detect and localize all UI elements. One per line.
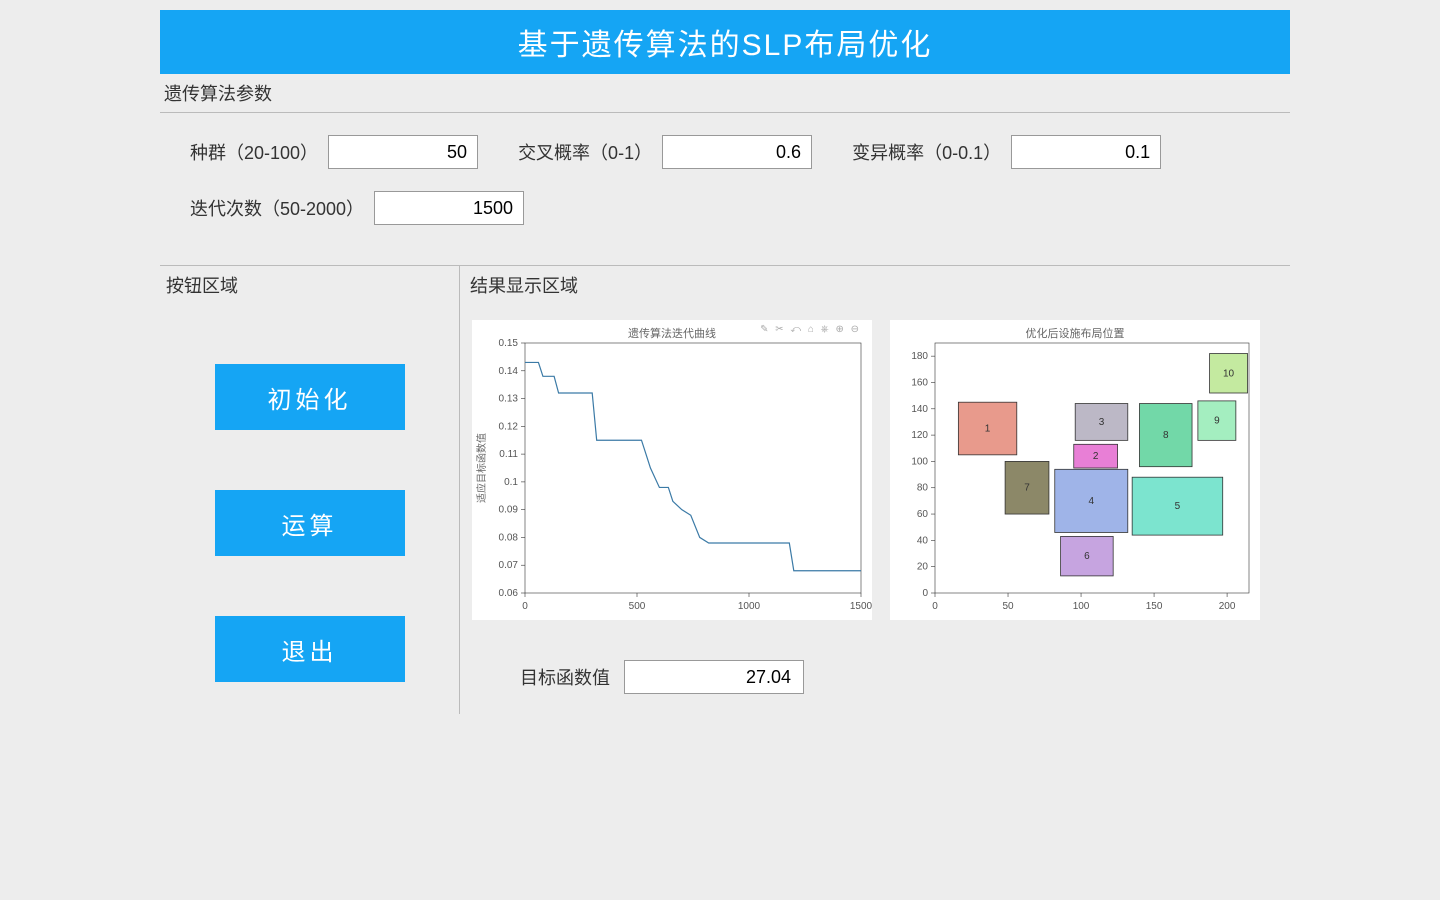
charts-row: 遗传算法迭代曲线 ✎ ✂ ⤺ ⌂ ⎈ ⊕ ⊖ 0.060.070.080.090… [460,302,1290,630]
population-group: 种群（20-100） [190,135,478,169]
svg-text:80: 80 [917,483,929,494]
init-button[interactable]: 初始化 [215,364,405,430]
mutation-group: 变异概率（0-0.1） [852,135,1161,169]
svg-text:0.09: 0.09 [499,505,519,516]
svg-text:200: 200 [1219,601,1236,612]
iterations-input[interactable] [374,191,524,225]
iteration-chart-svg: 0.06 0.07 0.08 0.09 0.1 0.11 0.12 0.13 0.14 0.15 0… [473,321,873,621]
svg-text:9: 9 [1214,416,1220,427]
svg-text:1000: 1000 [738,601,761,612]
svg-text:5: 5 [1175,501,1181,512]
svg-text:180: 180 [911,351,928,362]
svg-text:2: 2 [1093,451,1099,462]
buttons-panel-label: 按钮区域 [160,266,459,314]
svg-text:10: 10 [1223,368,1235,379]
param-row-1: 种群（20-100） 交叉概率（0-1） 变异概率（0-0.1） [190,135,1260,169]
svg-text:7: 7 [1024,483,1030,494]
svg-text:100: 100 [911,456,928,467]
app-title: 基于遗传算法的SLP布局优化 [518,29,933,62]
svg-text:50: 50 [1002,601,1014,612]
svg-text:0.07: 0.07 [499,560,519,571]
population-label: 种群（20-100） [190,139,318,165]
svg-text:8: 8 [1163,430,1169,441]
iteration-chart-title: 遗传算法迭代曲线 [628,325,716,341]
svg-text:120: 120 [911,430,928,441]
svg-text:0.12: 0.12 [499,421,519,432]
exit-button[interactable]: 退出 [215,616,405,682]
svg-text:0: 0 [922,588,928,599]
title-bar: 基于遗传算法的SLP布局优化 [160,10,1290,74]
crossover-group: 交叉概率（0-1） [518,135,812,169]
svg-text:3: 3 [1099,417,1105,428]
svg-text:6: 6 [1084,551,1090,562]
svg-text:适应目标函数值: 适应目标函数值 [475,433,488,503]
svg-text:4: 4 [1088,496,1094,507]
svg-text:100: 100 [1073,601,1090,612]
svg-text:0.11: 0.11 [499,449,518,460]
result-panel: 结果显示区域 遗传算法迭代曲线 ✎ ✂ ⤺ ⌂ ⎈ ⊕ ⊖ 0.060.070.… [460,266,1290,714]
svg-text:60: 60 [917,509,929,520]
svg-text:150: 150 [1146,601,1163,612]
lower-area: 按钮区域 初始化 运算 退出 结果显示区域 遗传算法迭代曲线 ✎ ✂ ⤺ ⌂ ⎈… [160,265,1290,714]
svg-text:500: 500 [629,601,646,612]
svg-text:40: 40 [917,535,929,546]
layout-chart: 优化后设施布局位置 0 20 40 60 80 100 120 140 160 180 0 50 100… [890,320,1260,620]
iteration-chart: 遗传算法迭代曲线 ✎ ✂ ⤺ ⌂ ⎈ ⊕ ⊖ 0.060.070.080.090… [472,320,872,620]
iterations-group: 迭代次数（50-2000） [190,191,524,225]
param-row-2: 迭代次数（50-2000） [190,191,1260,225]
objective-row: 目标函数值 [460,630,1290,694]
svg-text:0.15: 0.15 [499,338,519,349]
crossover-input[interactable] [662,135,812,169]
svg-text:0.13: 0.13 [499,394,519,405]
svg-text:20: 20 [917,562,929,573]
svg-text:0: 0 [932,601,938,612]
app-window: 基于遗传算法的SLP布局优化 遗传算法参数 种群（20-100） 交叉概率（0-… [160,10,1290,714]
svg-text:0.08: 0.08 [499,532,519,543]
population-input[interactable] [328,135,478,169]
objective-label: 目标函数值 [520,664,610,690]
svg-text:1500: 1500 [850,601,873,612]
svg-text:0: 0 [522,601,528,612]
run-button[interactable]: 运算 [215,490,405,556]
params-panel: 种群（20-100） 交叉概率（0-1） 变异概率（0-0.1） 迭代次数（50… [160,113,1290,265]
results-panel-label: 结果显示区域 [460,266,1290,302]
mutation-input[interactable] [1011,135,1161,169]
crossover-label: 交叉概率（0-1） [518,139,652,165]
svg-text:0.14: 0.14 [499,366,519,377]
svg-text:140: 140 [911,404,928,415]
button-panel: 按钮区域 初始化 运算 退出 [160,266,460,714]
layout-chart-svg: 0 20 40 60 80 100 120 140 160 180 0 50 100 150 200 1 7 3 2… [891,321,1261,621]
objective-output[interactable] [624,660,804,694]
layout-chart-title: 优化后设施布局位置 [1026,325,1125,341]
svg-text:1: 1 [985,424,991,435]
mutation-label: 变异概率（0-0.1） [852,139,1001,165]
svg-text:0.06: 0.06 [499,588,519,599]
svg-text:0.1: 0.1 [504,477,518,488]
button-column: 初始化 运算 退出 [160,314,459,682]
chart-toolbar-icons[interactable]: ✎ ✂ ⤺ ⌂ ⎈ ⊕ ⊖ [760,324,861,335]
svg-text:160: 160 [911,377,928,388]
params-panel-label: 遗传算法参数 [160,74,1290,113]
iterations-label: 迭代次数（50-2000） [190,195,364,221]
